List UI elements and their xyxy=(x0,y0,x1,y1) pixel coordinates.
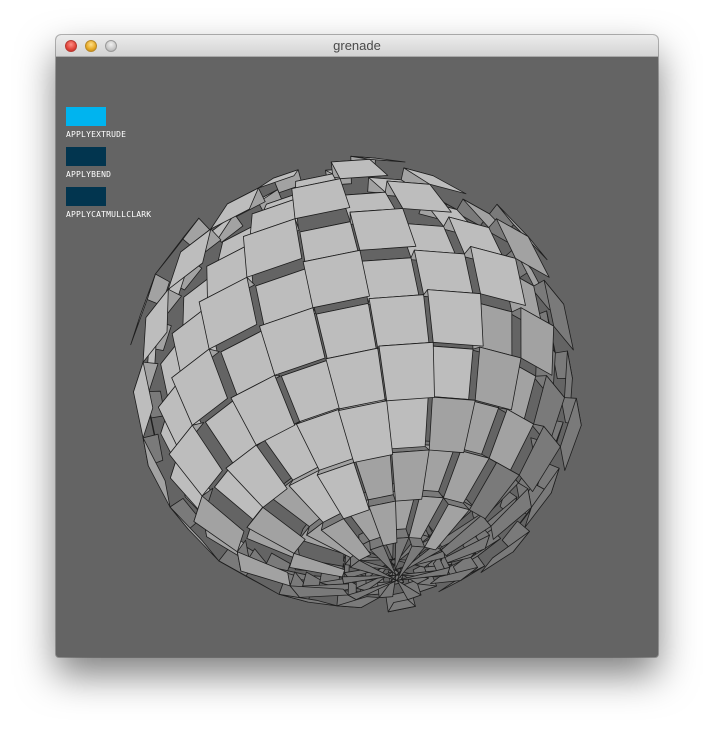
toggle-applycatmullclark[interactable]: APPLYCATMULLCLARK xyxy=(66,187,151,219)
sketch-canvas[interactable]: APPLYEXTRUDE APPLYBEND APPLYCATMULLCLARK xyxy=(56,57,658,657)
applycatmullclark-toggle-swatch[interactable] xyxy=(66,187,106,206)
applycatmullclark-label[interactable]: APPLYCATMULLCLARK xyxy=(66,210,151,219)
mesh-face xyxy=(330,158,389,180)
mesh-face xyxy=(368,294,430,349)
applybend-toggle-swatch[interactable] xyxy=(66,147,106,166)
toggle-applyextrude[interactable]: APPLYEXTRUDE xyxy=(66,107,126,139)
applyextrude-label[interactable]: APPLYEXTRUDE xyxy=(66,130,126,139)
mesh-face xyxy=(427,289,484,347)
mesh-face xyxy=(378,341,435,402)
toggle-applybend[interactable]: APPLYBEND xyxy=(66,147,111,179)
grenade-mesh-render[interactable] xyxy=(56,57,658,657)
window-title: grenade xyxy=(333,38,381,53)
title-bar[interactable]: grenade xyxy=(56,35,658,57)
applybend-label[interactable]: APPLYBEND xyxy=(66,170,111,179)
mesh-face xyxy=(520,307,555,376)
app-window: grenade APPLYEXTRUDE APPLYBEND APPLYCATM… xyxy=(56,35,658,657)
applyextrude-toggle-swatch[interactable] xyxy=(66,107,106,126)
mesh-face xyxy=(349,208,417,251)
